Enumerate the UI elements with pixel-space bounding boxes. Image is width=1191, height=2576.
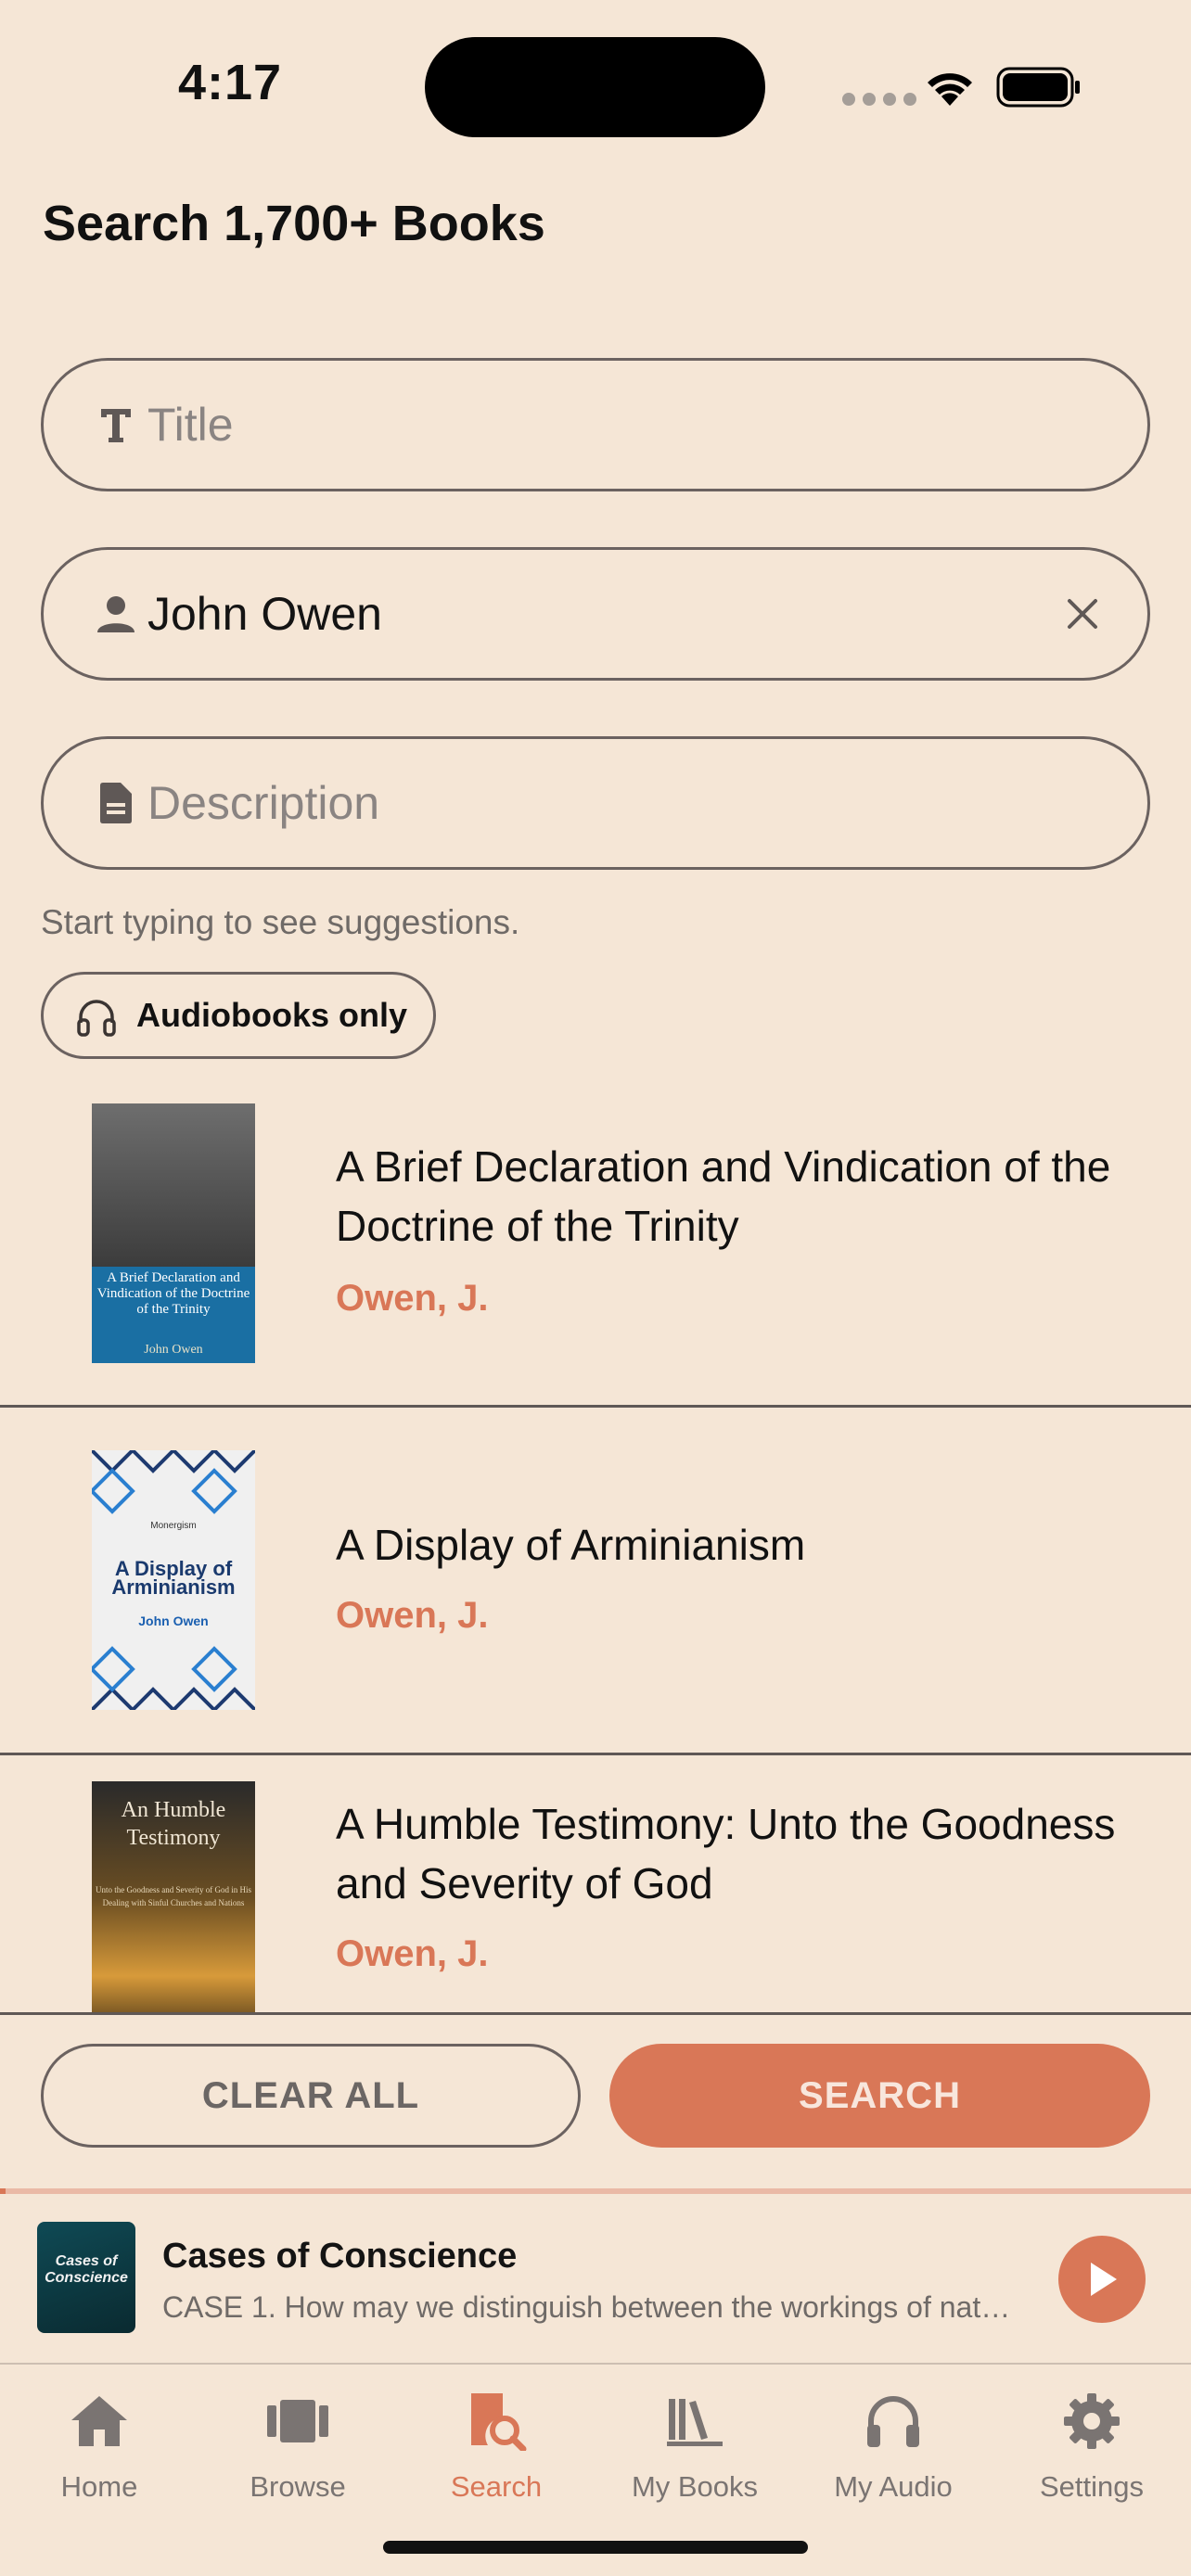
title-search-field[interactable]: Title <box>41 358 1150 491</box>
actions-divider <box>0 2012 1191 2015</box>
wifi-icon <box>928 73 972 106</box>
tab-label: My Books <box>631 2470 759 2503</box>
cellular-signal-icon <box>842 93 916 106</box>
tab-my-audio[interactable]: My Audio <box>794 2374 992 2513</box>
page-title: Search 1,700+ Books <box>43 196 545 251</box>
book-title: A Display of Arminianism <box>336 1521 806 1569</box>
cover-author: John Owen <box>138 1613 209 1628</box>
document-icon <box>94 781 138 825</box>
book-cover: An Humble Testimony Unto the Goodness an… <box>92 1781 255 2014</box>
description-search-field[interactable]: Description <box>41 736 1150 870</box>
battery-icon <box>996 67 1080 108</box>
cover-subtitle: Unto the Goodness and Severity of God in… <box>96 1885 251 1907</box>
cover-title: A Display of Arminianism <box>111 1557 236 1599</box>
book-cover: A Brief Declaration and Vindication of t… <box>92 1103 255 1363</box>
book-author: Owen, J. <box>336 1933 489 1974</box>
book-author: Owen, J. <box>336 1595 489 1636</box>
mini-player[interactable]: Cases of Conscience Cases of Conscience … <box>0 2188 1191 2363</box>
results-list: A Brief Declaration and Vindication of t… <box>0 1076 1191 2014</box>
cover-publisher: Monergism <box>150 1521 197 1531</box>
book-title: A Brief Declaration and Vindication of t… <box>336 1142 1111 1250</box>
book-cover: Monergism A Display of Arminianism John … <box>92 1450 255 1710</box>
playback-progress-track[interactable] <box>0 2188 1191 2194</box>
headphones-icon <box>77 1000 116 1037</box>
clear-author-icon[interactable] <box>1060 592 1105 636</box>
author-search-field[interactable]: John Owen <box>41 547 1150 681</box>
play-button[interactable] <box>1058 2236 1146 2323</box>
playback-progress-fill <box>0 2188 6 2194</box>
result-row[interactable]: A Brief Declaration and Vindication of t… <box>0 1076 1191 1408</box>
books-icon <box>265 2389 330 2454</box>
cover-title: An Humble Testimony <box>121 1798 226 1850</box>
status-time: 4:17 <box>178 55 283 110</box>
text-format-icon <box>94 402 138 447</box>
description-input[interactable]: Description <box>147 776 379 830</box>
author-input[interactable]: John Owen <box>147 587 382 641</box>
tab-settings[interactable]: Settings <box>992 2374 1191 2513</box>
tab-label: Search <box>450 2470 543 2503</box>
player-subtitle: CASE 1. How may we distinguish between t… <box>162 2290 1011 2324</box>
library-icon <box>662 2389 727 2454</box>
headphones-icon <box>861 2389 926 2454</box>
tab-browse[interactable]: Browse <box>198 2374 397 2513</box>
dynamic-island <box>425 37 765 137</box>
player-title: Cases of Conscience <box>162 2237 518 2276</box>
home-indicator <box>383 2541 808 2554</box>
audiobooks-only-label: Audiobooks only <box>136 996 407 1034</box>
status-bar: 4:17 <box>0 0 1191 176</box>
suggestions-hint: Start typing to see suggestions. <box>41 903 520 941</box>
tab-search[interactable]: Search <box>397 2374 596 2513</box>
result-row[interactable]: Monergism A Display of Arminianism John … <box>0 1408 1191 1755</box>
player-artwork: Cases of Conscience <box>37 2222 135 2333</box>
title-input[interactable]: Title <box>147 398 234 452</box>
result-row[interactable]: An Humble Testimony Unto the Goodness an… <box>0 1755 1191 2014</box>
tab-label: My Audio <box>834 2470 953 2503</box>
tab-label: Settings <box>1039 2470 1144 2503</box>
search-button[interactable]: SEARCH <box>609 2044 1150 2148</box>
cover-author: John Owen <box>144 1343 203 1357</box>
tab-label: Home <box>60 2470 138 2503</box>
person-icon <box>94 592 138 636</box>
artwork-title: Cases of Conscience <box>45 2253 128 2286</box>
clear-all-button[interactable]: CLEAR ALL <box>41 2044 581 2148</box>
gear-icon <box>1059 2389 1124 2454</box>
cover-title: A Brief Declaration and Vindication of t… <box>96 1270 250 1317</box>
book-search-icon <box>464 2389 529 2454</box>
play-icon <box>1091 2263 1117 2296</box>
tab-home[interactable]: Home <box>0 2374 198 2513</box>
audiobooks-only-toggle[interactable]: Audiobooks only <box>41 972 436 1059</box>
tab-label: Browse <box>250 2470 346 2503</box>
author-portrait <box>92 1103 255 1267</box>
book-author: Owen, J. <box>336 1278 489 1319</box>
book-title: A Humble Testimony: Unto the Goodness an… <box>336 1800 1116 1907</box>
tab-my-books[interactable]: My Books <box>596 2374 794 2513</box>
home-icon <box>67 2389 132 2454</box>
